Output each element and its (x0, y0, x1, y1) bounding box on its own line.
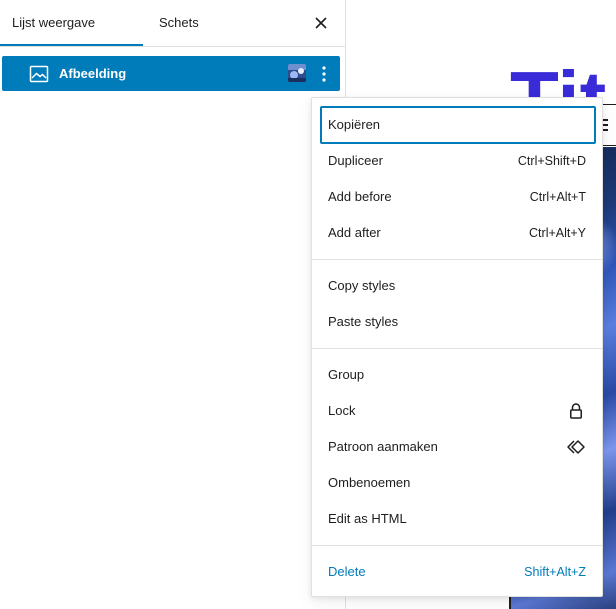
menu-item-label: Dupliceer (328, 153, 383, 168)
menu-item-shortcut: Shift+Alt+Z (524, 565, 586, 579)
panel-tabs: Lijst weergave Schets (0, 0, 346, 47)
menu-item-label: Group (328, 367, 365, 382)
menu-divider (312, 545, 602, 546)
menu-item-lock[interactable]: Lock (320, 393, 596, 429)
block-options-button[interactable] (314, 62, 334, 86)
menu-item-label: Copy styles (328, 278, 396, 293)
menu-item-label: Edit as HTML (328, 511, 407, 526)
menu-item-label: Add after (328, 225, 381, 240)
menu-item-shortcut: Ctrl+Shift+D (517, 154, 586, 168)
menu-item-copy-styles[interactable]: Copy styles (320, 268, 596, 304)
menu-item-label: Lock (328, 403, 356, 418)
menu-item-rename[interactable]: Ombenoemen (320, 465, 596, 501)
list-view-block-image[interactable]: Afbeelding (2, 56, 340, 91)
menu-item-duplicate[interactable]: Dupliceer Ctrl+Shift+D (320, 143, 596, 179)
menu-item-label: Add before (328, 189, 392, 204)
menu-item-group[interactable]: Group (320, 357, 596, 393)
menu-item-paste-styles[interactable]: Paste styles (320, 304, 596, 340)
pattern-icon (567, 440, 585, 454)
tab-outline[interactable]: Schets (143, 0, 233, 46)
menu-divider (312, 348, 602, 349)
image-icon (29, 65, 49, 83)
menu-item-label: Patroon aanmaken (328, 439, 438, 454)
menu-item-label: Kopiëren (328, 117, 381, 132)
menu-divider (312, 259, 602, 260)
menu-item-shortcut: Ctrl+Alt+Y (529, 226, 586, 240)
menu-item-delete[interactable]: Delete Shift+Alt+Z (320, 554, 596, 590)
menu-item-label: Paste styles (328, 314, 399, 329)
block-options-menu: Kopiëren Dupliceer Ctrl+Shift+D Add befo… (311, 97, 603, 597)
menu-item-label: Ombenoemen (328, 475, 411, 490)
list-view-panel: Lijst weergave Schets Afbeelding (0, 0, 346, 609)
image-thumbnail (288, 64, 306, 82)
close-button[interactable] (306, 8, 336, 38)
editor-screen: Tit Lijst weergave Schets (0, 0, 616, 609)
menu-item-add-after[interactable]: Add after Ctrl+Alt+Y (320, 215, 596, 251)
lock-icon (570, 403, 582, 419)
more-vertical-icon (322, 66, 326, 82)
menu-item-label: Delete (328, 564, 366, 579)
tab-list-view[interactable]: Lijst weergave (0, 0, 143, 46)
menu-item-edit-html[interactable]: Edit as HTML (320, 501, 596, 537)
menu-item-create-pattern[interactable]: Patroon aanmaken (320, 429, 596, 465)
close-icon (315, 17, 327, 29)
block-label: Afbeelding (59, 66, 127, 81)
menu-item-add-before[interactable]: Add before Ctrl+Alt+T (320, 179, 596, 215)
menu-item-copy[interactable]: Kopiëren (320, 106, 596, 144)
menu-item-shortcut: Ctrl+Alt+T (529, 190, 586, 204)
